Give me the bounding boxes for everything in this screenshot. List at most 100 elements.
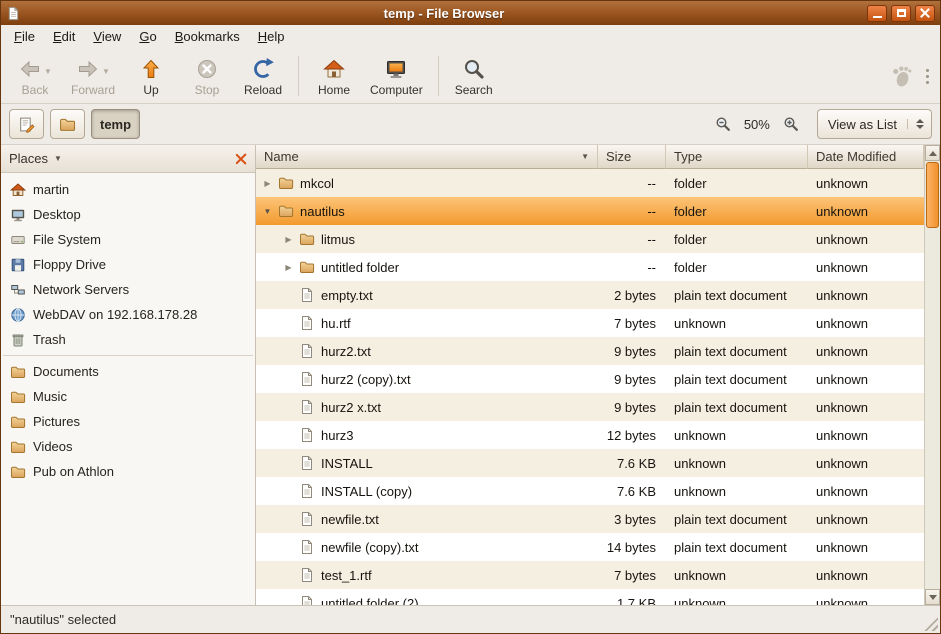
sidebar-item-webdav-on-192-168-178-28[interactable]: WebDAV on 192.168.178.28: [1, 302, 255, 327]
file-row-hurz3[interactable]: hurz3 12 bytes unknown unknown: [256, 421, 924, 449]
file-row-hurz2-x-txt[interactable]: hurz2 x.txt 9 bytes plain text document …: [256, 393, 924, 421]
home-button[interactable]: Home: [306, 53, 362, 99]
file-type: unknown: [666, 589, 808, 605]
menu-go[interactable]: Go: [130, 25, 165, 49]
minimize-icon: [873, 16, 882, 18]
file-date-modified: unknown: [808, 589, 924, 605]
menu-view[interactable]: View: [84, 25, 130, 49]
file-row-newfile-copy-txt[interactable]: newfile (copy).txt 14 bytes plain text d…: [256, 533, 924, 561]
column-header-type[interactable]: Type: [666, 145, 808, 169]
sidebar-item-documents[interactable]: Documents: [1, 359, 255, 384]
file-name: litmus: [317, 232, 355, 247]
vertical-scrollbar[interactable]: [924, 145, 940, 605]
file-name: newfile.txt: [317, 512, 379, 527]
file-date-modified: unknown: [808, 421, 924, 449]
file-type: plain text document: [666, 365, 808, 393]
close-button[interactable]: [915, 5, 935, 22]
window-title: temp - File Browser: [25, 6, 863, 21]
reload-button[interactable]: Reload: [235, 53, 291, 99]
file-row-newfile-txt[interactable]: newfile.txt 3 bytes plain text document …: [256, 505, 924, 533]
file-type: unknown: [666, 561, 808, 589]
folder-icon: [278, 203, 294, 219]
sidebar-item-file-system[interactable]: File System: [1, 227, 255, 252]
sidebar-close-button[interactable]: [235, 153, 247, 165]
file-row-empty-txt[interactable]: empty.txt 2 bytes plain text document un…: [256, 281, 924, 309]
sidebar-item-music[interactable]: Music: [1, 384, 255, 409]
computer-button[interactable]: Computer: [362, 53, 431, 99]
file-row-hurz2-txt[interactable]: hurz2.txt 9 bytes plain text document un…: [256, 337, 924, 365]
trash-icon: [10, 332, 26, 348]
scrollbar-thumb[interactable]: [926, 162, 939, 228]
file-row-untitled-folder[interactable]: ▶ untitled folder -- folder unknown: [256, 253, 924, 281]
minimize-button[interactable]: [867, 5, 887, 22]
file-row-mkcol[interactable]: ▶ mkcol -- folder unknown: [256, 169, 924, 197]
scroll-up-button[interactable]: [925, 145, 940, 161]
expander-icon[interactable]: ▼: [259, 207, 276, 216]
search-button[interactable]: Search: [446, 53, 502, 99]
column-header-date-modified[interactable]: Date Modified: [808, 145, 924, 169]
resize-grip[interactable]: [924, 617, 938, 631]
maximize-button[interactable]: [891, 5, 911, 22]
column-header-name[interactable]: Name ▼: [256, 145, 598, 169]
folder-icon: [10, 414, 26, 430]
sidebar-item-trash[interactable]: Trash: [1, 327, 255, 352]
sidebar-item-martin[interactable]: martin: [1, 177, 255, 202]
file-size: --: [598, 169, 666, 197]
expander-icon[interactable]: ▶: [280, 263, 297, 272]
file-date-modified: unknown: [808, 365, 924, 393]
zoom-in-button[interactable]: [779, 112, 803, 136]
toolbar-grip[interactable]: [923, 65, 932, 88]
sidebar-item-desktop[interactable]: Desktop: [1, 202, 255, 227]
file-date-modified: unknown: [808, 225, 924, 253]
zoom-out-button[interactable]: [711, 112, 735, 136]
up-button[interactable]: Up: [123, 53, 179, 99]
file-name: mkcol: [296, 176, 334, 191]
file-row-nautilus[interactable]: ▼ nautilus -- folder unknown: [256, 197, 924, 225]
file-icon: [299, 455, 315, 471]
file-type: plain text document: [666, 393, 808, 421]
sidebar-item-network-servers[interactable]: Network Servers: [1, 277, 255, 302]
file-row-untitled-folder-2-[interactable]: untitled folder (2) 1.7 KB unknown unkno…: [256, 589, 924, 605]
path-root-button[interactable]: [50, 109, 85, 139]
sidebar-item-videos[interactable]: Videos: [1, 434, 255, 459]
file-row-install-copy-[interactable]: INSTALL (copy) 7.6 KB unknown unknown: [256, 477, 924, 505]
file-date-modified: unknown: [808, 253, 924, 281]
file-name: INSTALL (copy): [317, 484, 412, 499]
file-name: hurz2 x.txt: [317, 400, 381, 415]
column-header-size[interactable]: Size: [598, 145, 666, 169]
toggle-location-entry-button[interactable]: [9, 109, 44, 139]
sidebar-item-floppy-drive[interactable]: Floppy Drive: [1, 252, 255, 277]
file-size: --: [598, 253, 666, 281]
gnome-logo-icon: [889, 63, 915, 89]
window-icon: [6, 6, 21, 21]
expander-icon[interactable]: ▶: [259, 179, 276, 188]
expander-icon[interactable]: ▶: [280, 235, 297, 244]
scroll-down-button[interactable]: [925, 589, 940, 605]
file-row-hu-rtf[interactable]: hu.rtf 7 bytes unknown unknown: [256, 309, 924, 337]
places-selector[interactable]: Places ▼: [1, 145, 255, 173]
zoom-out-icon: [715, 116, 731, 132]
folder-icon: [299, 231, 315, 247]
menu-help[interactable]: Help: [249, 25, 294, 49]
file-type: plain text document: [666, 505, 808, 533]
file-row-test-1-rtf[interactable]: test_1.rtf 7 bytes unknown unknown: [256, 561, 924, 589]
menu-file[interactable]: File: [5, 25, 44, 49]
file-name: untitled folder: [317, 260, 399, 275]
menu-bookmarks[interactable]: Bookmarks: [166, 25, 249, 49]
file-row-litmus[interactable]: ▶ litmus -- folder unknown: [256, 225, 924, 253]
folder-icon: [10, 389, 26, 405]
sidebar-item-pictures[interactable]: Pictures: [1, 409, 255, 434]
path-current-button[interactable]: temp: [91, 109, 140, 139]
sidebar-item-pub-on-athlon[interactable]: Pub on Athlon: [1, 459, 255, 484]
arrow-up-icon: [929, 151, 937, 156]
file-row-install[interactable]: INSTALL 7.6 KB unknown unknown: [256, 449, 924, 477]
titlebar[interactable]: temp - File Browser: [1, 1, 940, 25]
view-selector[interactable]: View as List: [817, 109, 932, 139]
dropdown-arrow-icon[interactable]: ▼: [44, 67, 52, 76]
file-row-hurz2-copy-txt[interactable]: hurz2 (copy).txt 9 bytes plain text docu…: [256, 365, 924, 393]
menu-edit[interactable]: Edit: [44, 25, 84, 49]
scrollbar-track[interactable]: [925, 161, 940, 589]
sidebar: Places ▼ martin Desktop File System: [1, 145, 256, 605]
notepad-icon: [18, 116, 35, 133]
dropdown-arrow-icon[interactable]: ▼: [102, 67, 110, 76]
